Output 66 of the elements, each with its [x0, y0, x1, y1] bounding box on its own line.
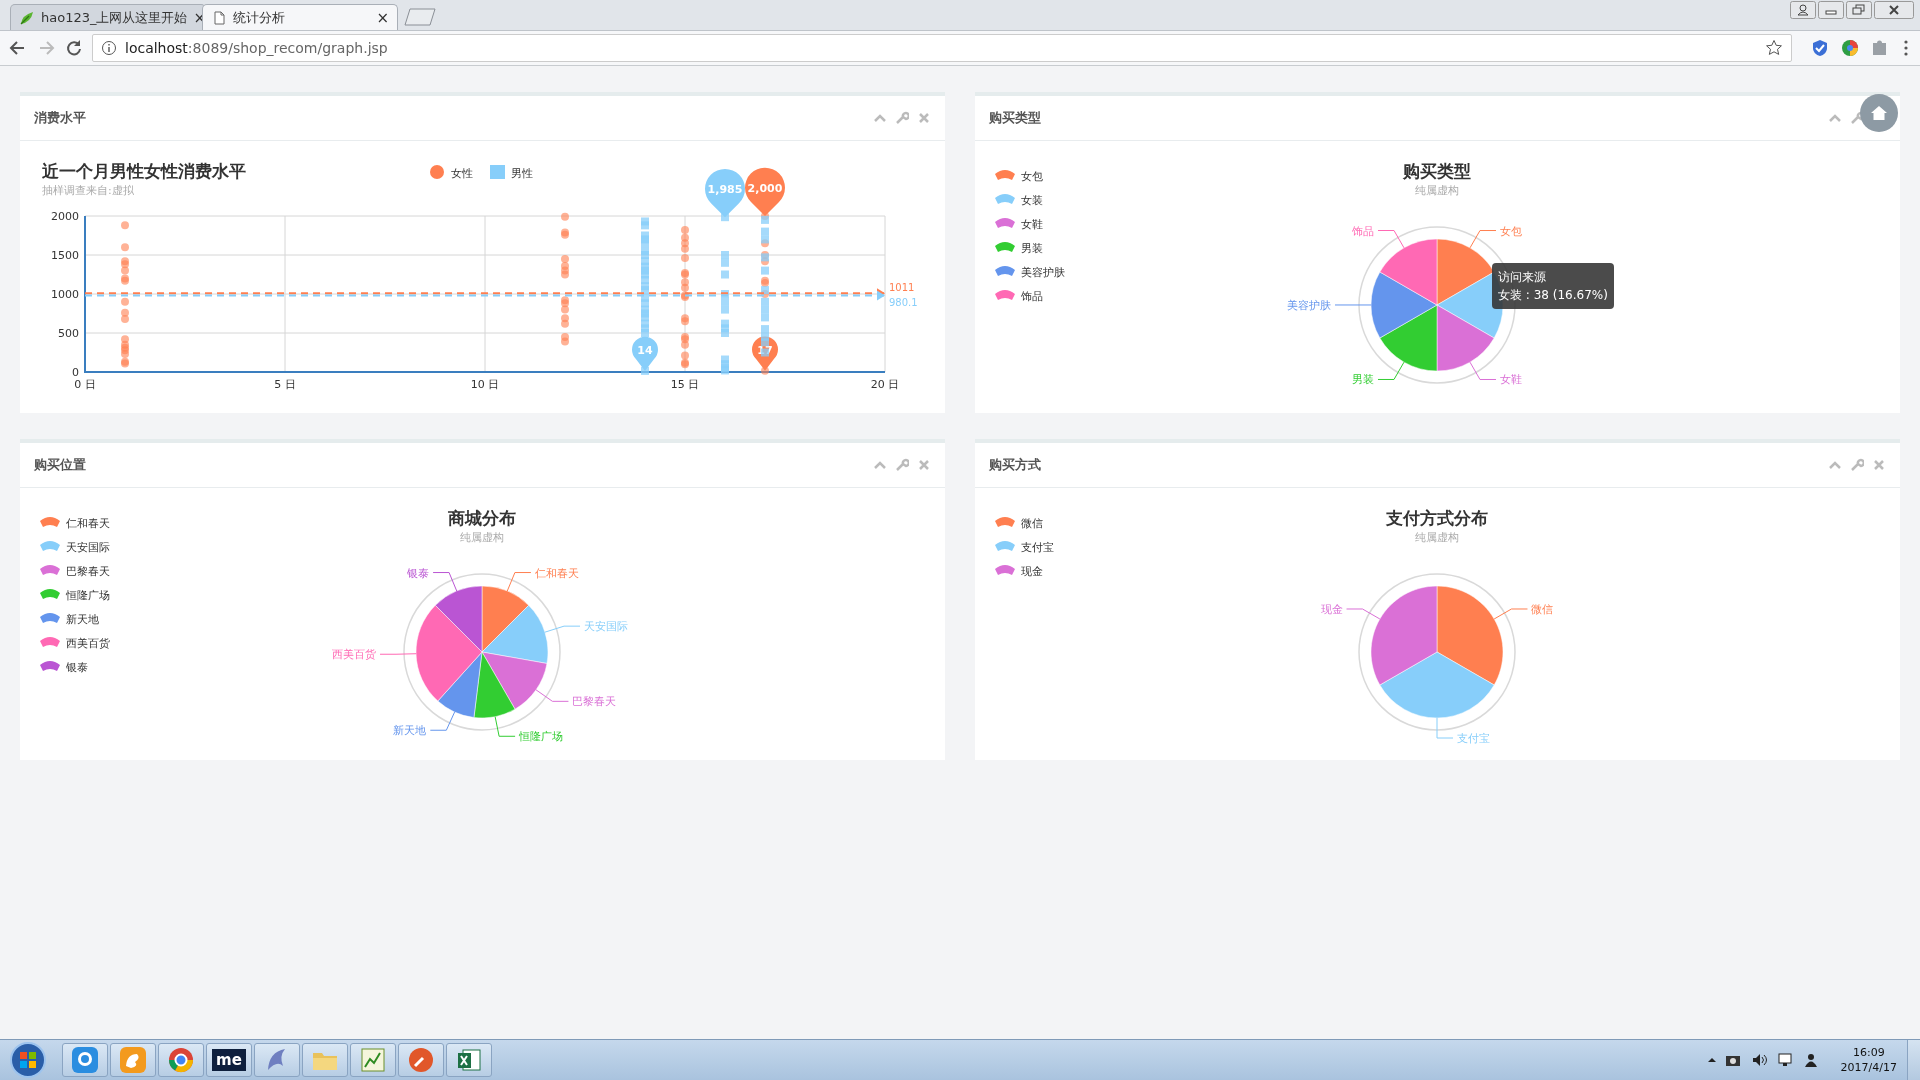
average-label: 980.1	[889, 296, 918, 308]
tab-title: 统计分析	[233, 8, 286, 27]
annotation: 1,985	[707, 183, 743, 197]
chart-text: 微信	[1021, 517, 1043, 530]
chart-text: 支付宝	[1021, 541, 1054, 554]
slice-label: 西美百货	[332, 648, 377, 662]
panel-title: 消费水平	[34, 109, 86, 127]
chart-title: 支付方式分布	[1386, 508, 1488, 528]
panel-title: 购买位置	[34, 456, 86, 474]
chart-subtitle: 纯属虚构	[1415, 184, 1459, 197]
chart-text: 银泰	[66, 661, 88, 674]
axis-tick-label: 2000	[51, 210, 79, 223]
chart-subtitle: 纯属虚构	[1415, 531, 1459, 544]
axis-tick-label: 1500	[51, 249, 79, 262]
chart-text: 巴黎春天	[66, 565, 110, 578]
slice-label: 支付宝	[1457, 732, 1490, 745]
chart-text: 现金	[1021, 565, 1043, 578]
chart-text: 男性	[511, 167, 533, 180]
annotation: 14	[637, 343, 653, 357]
chart-text: 新天地	[66, 613, 99, 626]
chart-text: 天安国际	[66, 541, 110, 554]
slice-label: 饰品	[1352, 224, 1374, 238]
slice-label: 微信	[1531, 603, 1554, 616]
slice-label: 天安国际	[584, 620, 628, 634]
panel-title: 购买方式	[989, 456, 1041, 474]
chart-text: 女鞋	[1021, 218, 1043, 231]
axis-tick-label: 1000	[51, 288, 79, 301]
chart-text: 女装	[1021, 194, 1043, 207]
chart-title: 商城分布	[448, 508, 516, 528]
average-label: 1011	[889, 282, 915, 294]
slice-label: 美容护肤	[1287, 298, 1331, 312]
chart-text: 西美百货	[66, 637, 110, 650]
chart-text: 饰品	[1021, 290, 1043, 303]
slice-label: 女包	[1500, 224, 1522, 238]
chart-text: 男装	[1021, 242, 1043, 255]
axis-tick-label: 0 日	[74, 378, 96, 391]
slice-label: 女鞋	[1500, 373, 1522, 387]
chart-title: 购买类型	[1403, 161, 1471, 181]
url-text: localhost:8089/shop_recom/graph.jsp	[125, 40, 389, 56]
axis-tick-label: 15 日	[670, 378, 700, 391]
axis-tick-label: 0	[72, 366, 79, 379]
chart-subtitle: 纯属虚构	[460, 531, 504, 544]
axis-tick-label: 10 日	[470, 378, 500, 391]
axis-tick-label: 5 日	[274, 378, 296, 391]
value-pin: 2,000	[745, 167, 785, 216]
chart-title: 近一个月男性女性消费水平	[42, 161, 246, 181]
slice-label: 恒隆广场	[519, 730, 564, 744]
chart-tooltip: 访问来源 女装 : 38 (16.67%)	[1492, 263, 1614, 309]
slice-label: 仁和春天	[534, 566, 579, 580]
slice-label: 男装	[1352, 373, 1374, 387]
chart-subtitle: 抽样调查来自:虚拟	[42, 184, 134, 197]
slice-label: 现金	[1320, 603, 1343, 616]
chart-text: 美容护肤	[1021, 266, 1065, 279]
slice-label: 巴黎春天	[572, 695, 617, 709]
slice-label: 银泰	[407, 566, 430, 580]
chart-text: 女性	[451, 167, 473, 180]
axis-tick-label: 500	[58, 327, 79, 340]
tab-title: hao123_上网从这里开始	[41, 8, 188, 27]
annotation: 17	[757, 343, 773, 357]
panel-title: 购买类型	[989, 109, 1041, 127]
annotation: 2,000	[747, 182, 783, 195]
chart-text: 女包	[1021, 170, 1043, 183]
chart-text: 恒隆广场	[66, 589, 110, 602]
slice-label: 新天地	[393, 724, 427, 738]
chart-text: 仁和春天	[66, 517, 110, 530]
axis-tick-label: 20 日	[870, 378, 900, 391]
